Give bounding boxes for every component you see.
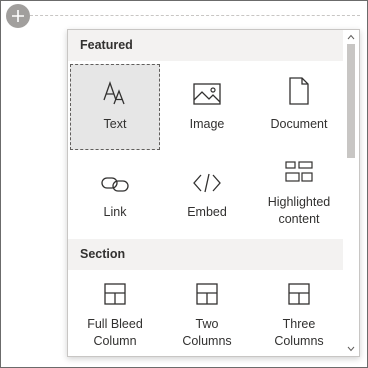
scroll-up-icon[interactable] (343, 30, 359, 44)
embed-tile[interactable]: Embed (162, 152, 252, 238)
full-bleed-column-tile[interactable]: Full Bleed Column (70, 270, 160, 356)
two-columns-icon (195, 270, 219, 310)
scrollbar-thumb[interactable] (347, 44, 355, 158)
image-tile[interactable]: Image (162, 64, 252, 150)
link-tile[interactable]: Link (70, 152, 160, 238)
image-icon (192, 64, 222, 110)
image-tile-label: Image (189, 117, 225, 131)
featured-header: Featured (68, 30, 344, 61)
embed-icon (192, 152, 222, 198)
embed-tile-label: Embed (187, 205, 227, 219)
scroll-down-icon[interactable] (343, 342, 359, 356)
highlighted-content-tile-label: Highlighted content (267, 195, 331, 226)
two-columns-tile-label: Two Columns (182, 317, 232, 348)
highlighted-content-icon (284, 152, 314, 188)
text-icon (101, 64, 129, 110)
three-columns-icon (287, 270, 311, 310)
document-tile[interactable]: Document (254, 64, 344, 150)
add-webpart-button[interactable] (6, 4, 30, 28)
document-tile-label: Document (270, 117, 328, 131)
plus-icon (12, 10, 24, 22)
webpart-picker-panel: Featured Text Image Document Link Embed … (67, 29, 360, 357)
full-bleed-column-icon (103, 270, 127, 310)
section-divider-line (30, 15, 360, 16)
section-header: Section (68, 239, 344, 270)
link-icon (100, 152, 130, 198)
scrollbar[interactable] (343, 30, 359, 356)
highlighted-content-tile[interactable]: Highlighted content (254, 152, 344, 242)
two-columns-tile[interactable]: Two Columns (162, 270, 252, 356)
link-tile-label: Link (103, 205, 127, 219)
text-tile[interactable]: Text (70, 64, 160, 150)
three-columns-tile-label: Three Columns (274, 317, 324, 348)
three-columns-tile[interactable]: Three Columns (254, 270, 344, 356)
text-tile-label: Text (103, 117, 127, 131)
document-icon (287, 64, 311, 110)
full-bleed-column-tile-label: Full Bleed Column (87, 317, 143, 348)
